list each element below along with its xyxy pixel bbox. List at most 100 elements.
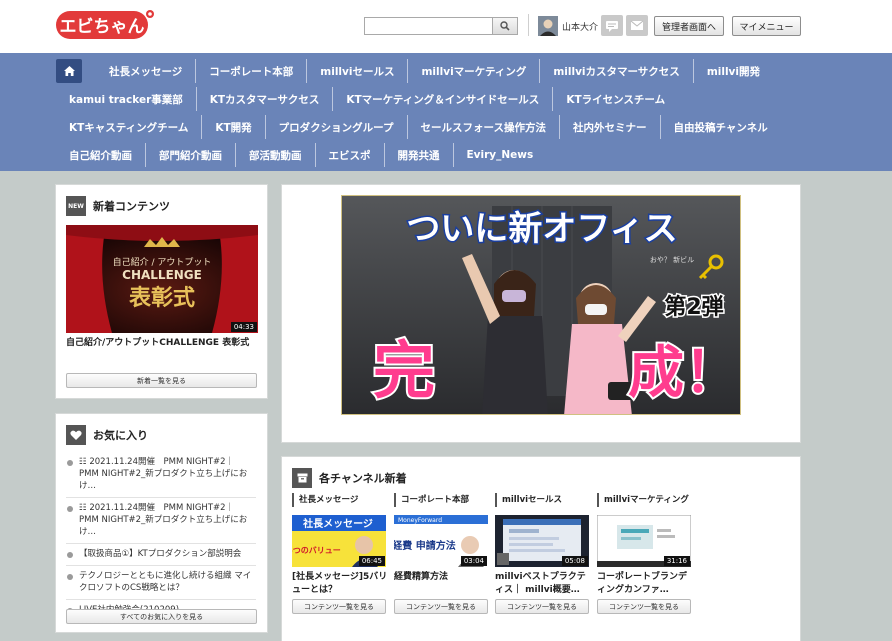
nav-item[interactable]: 社内外セミナー <box>560 115 661 139</box>
banner-subtitle: 第2弾 <box>664 294 723 320</box>
nav-item[interactable]: プロダクショングループ <box>266 115 408 139</box>
channel-video-thumbnail[interactable]: 社長メッセージ 5つのバリュー 06:45 <box>292 515 386 567</box>
nav-item[interactable]: KTカスタマーサクセス <box>197 87 334 111</box>
nav-item[interactable]: 自己紹介動画 <box>56 143 146 167</box>
nav-item[interactable]: コーポレート本部 <box>196 59 308 83</box>
video-duration: 03:04 <box>460 556 487 566</box>
user-avatar[interactable] <box>538 16 558 36</box>
nav-item[interactable]: KT開発 <box>202 115 266 139</box>
nav-home[interactable] <box>56 59 82 83</box>
channel-name[interactable]: コーポレート本部 <box>394 493 490 507</box>
panel-header: お気に入り <box>66 425 148 445</box>
admin-screen-button[interactable]: 管理者画面へ <box>654 16 724 36</box>
favorite-item[interactable]: テクノロジーとともに進化し続ける組織 マイクロソフトのCS戦略とは？ <box>66 566 256 600</box>
chat-button[interactable] <box>601 15 623 36</box>
channel-name[interactable]: millviマーケティング <box>597 493 693 507</box>
nav-item[interactable]: KTキャスティングチーム <box>56 115 203 139</box>
panel-title: 各チャンネル新着 <box>319 472 407 485</box>
nav-item[interactable]: 部活動動画 <box>236 143 316 167</box>
content-list-button[interactable]: コンテンツ一覧を見る <box>292 599 386 614</box>
channel-video-thumbnail[interactable]: 05:08 <box>495 515 589 567</box>
channel-video-title[interactable]: コーポレートブランディングカンファ… <box>597 571 693 597</box>
panel-title: お気に入り <box>93 429 148 442</box>
panel-title: 新着コンテンツ <box>93 200 170 213</box>
nav-row: KTキャスティングチーム KT開発 プロダクショングループ セールスフォース操作… <box>56 115 781 139</box>
search-box <box>364 17 518 35</box>
channel-video-thumbnail[interactable]: MoneyForward 経費 申請方法 03:04 <box>394 515 488 567</box>
nav-row: 社長メッセージ コーポレート本部 millviセールス millviマーケティン… <box>56 59 773 83</box>
nav-item[interactable]: 開発共通 <box>385 143 454 167</box>
channel-navigation: 社長メッセージ コーポレート本部 millviセールス millviマーケティン… <box>0 53 892 171</box>
nav-item[interactable]: millviカスタマーサクセス <box>540 59 694 83</box>
user-name[interactable]: 山本大介 <box>562 20 598 33</box>
nav-item[interactable]: Eviry_News <box>454 143 547 167</box>
channel-column: millviマーケティング 31:16 コーポレートブランディングカンファ… コ… <box>597 493 693 614</box>
nav-item[interactable]: エビスポ <box>316 143 385 167</box>
favorite-item[interactable]: ☷ 2021.11.24開催 PMM NIGHT#2｜ PMM NIGHT#2_… <box>66 498 256 544</box>
challenge-award-thumbnail-art: 自己紹介 / アウトプット CHALLENGE 表彰式 <box>66 225 258 333</box>
nav-item[interactable]: KTマーケティング＆インサイドセールス <box>333 87 554 111</box>
channel-name[interactable]: millviセールス <box>495 493 591 507</box>
thumb-line-3: 表彰式 <box>129 285 195 311</box>
heart-icon <box>66 425 86 445</box>
channel-column: millviセールス 05:08 millviベストプラクティス｜ millvi… <box>495 493 591 614</box>
my-menu-button[interactable]: マイメニュー <box>732 16 801 36</box>
home-icon <box>63 66 75 76</box>
new-video-title[interactable]: 自己紹介/アウトプットCHALLENGE 表彰式 <box>66 337 260 350</box>
nav-row: kamui tracker事業部 KTカスタマーサクセス KTマーケティング＆イ… <box>56 87 678 111</box>
new-badge-icon: NEW <box>66 196 86 216</box>
banner-corner-text: おや？ 新ビル <box>650 255 694 264</box>
channel-column: コーポレート本部 MoneyForward 経費 申請方法 03:04 経費精算… <box>394 493 490 614</box>
channel-news-panel: 各チャンネル新着 社長メッセージ 社長メッセージ 5つのバリュー 06:45 [… <box>281 456 801 641</box>
top-header: エビちゃん 山本大介 管理者画面へ マイメニュー <box>0 0 892 53</box>
logo-text: エビちゃん <box>60 17 145 37</box>
new-video-thumbnail[interactable]: 自己紹介 / アウトプット CHALLENGE 表彰式 04:33 <box>66 225 258 333</box>
nav-item[interactable]: 部門紹介動画 <box>146 143 236 167</box>
favorites-panel: お気に入り ☷ 2021.11.24開催 PMM NIGHT#2｜ PMM NI… <box>55 413 268 633</box>
new-list-button[interactable]: 新着一覧を見る <box>66 373 257 388</box>
search-button[interactable] <box>492 17 518 35</box>
channel-video-thumbnail[interactable]: 31:16 <box>597 515 691 567</box>
thumb-text-a: MoneyForward <box>398 517 442 524</box>
content-list-button[interactable]: コンテンツ一覧を見る <box>394 599 488 614</box>
banner-complete-left: 完 <box>373 334 435 407</box>
video-duration: 04:33 <box>230 322 257 332</box>
channel-name[interactable]: 社長メッセージ <box>292 493 388 507</box>
nav-item[interactable]: millvi開発 <box>694 59 773 83</box>
favorites-list: ☷ 2021.11.24開催 PMM NIGHT#2｜ PMM NIGHT#2_… <box>66 452 256 622</box>
search-input[interactable] <box>364 17 492 35</box>
thumb-line-1: 自己紹介 / アウトプット <box>113 256 212 268</box>
nav-item[interactable]: millviマーケティング <box>408 59 541 83</box>
inbox-icon <box>292 468 312 488</box>
nav-item[interactable]: 自由投稿チャンネル <box>661 115 781 139</box>
video-duration: 06:45 <box>358 556 385 566</box>
all-favorites-button[interactable]: すべてのお気に入りを見る <box>66 609 257 624</box>
channel-video-title[interactable]: millviベストプラクティス｜ millvi概要… <box>495 571 591 597</box>
nav-item[interactable]: kamui tracker事業部 <box>56 87 197 111</box>
panel-header: 各チャンネル新着 <box>292 468 407 488</box>
thumb-text-b: 5つのバリュー <box>292 546 341 555</box>
nav-item[interactable]: KTライセンスチーム <box>553 87 678 111</box>
thumb-text-a: 社長メッセージ <box>302 517 373 530</box>
channel-column: 社長メッセージ 社長メッセージ 5つのバリュー 06:45 [社長メッセージ]5… <box>292 493 388 614</box>
heart-icon-shape <box>70 430 82 440</box>
banner-headline: ついに新オフィス <box>406 209 677 249</box>
thumb-text-b: 経費 申請方法 <box>394 539 456 552</box>
favorite-item[interactable]: 【取扱商品①】KTプロダクション部説明会 <box>66 544 256 566</box>
favorite-item[interactable]: ☷ 2021.11.24開催 PMM NIGHT#2｜ PMM NIGHT#2_… <box>66 452 256 498</box>
channel-video-title[interactable]: 経費精算方法 <box>394 571 490 597</box>
featured-video-banner[interactable]: ついに新オフィス 第2弾 完 成！ おや？ 新ビル <box>341 195 741 415</box>
nav-item[interactable]: セールスフォース操作方法 <box>408 115 561 139</box>
content-list-button[interactable]: コンテンツ一覧を見る <box>597 599 691 614</box>
nav-item[interactable]: 社長メッセージ <box>96 59 197 83</box>
channel-video-title[interactable]: [社長メッセージ]5バリューとは？ <box>292 571 388 597</box>
content-list-button[interactable]: コンテンツ一覧を見る <box>495 599 589 614</box>
ebichan-logo[interactable]: エビちゃん <box>54 8 156 42</box>
nav-row: 自己紹介動画 部門紹介動画 部活動動画 エビスポ 開発共通 Eviry_News <box>56 143 546 167</box>
search-icon <box>500 21 510 31</box>
panel-header: NEW 新着コンテンツ <box>66 196 170 216</box>
video-duration: 31:16 <box>663 556 690 566</box>
nav-item[interactable]: millviセールス <box>307 59 409 83</box>
mail-button[interactable] <box>626 15 648 36</box>
new-contents-panel: NEW 新着コンテンツ 自己紹介 / アウトプット CHALLENGE 表彰式 … <box>55 184 268 399</box>
